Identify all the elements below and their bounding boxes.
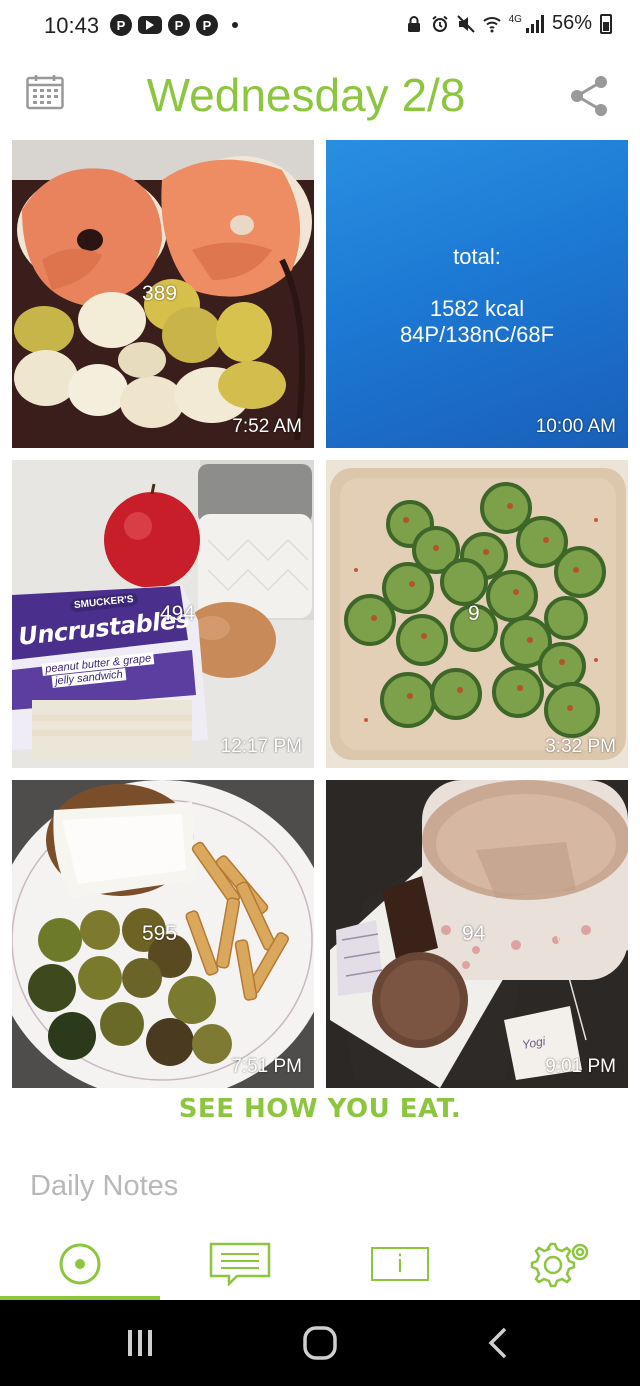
time-label: 9:01 PM xyxy=(545,1056,616,1077)
signal-icon xyxy=(525,14,544,33)
messages-icon xyxy=(209,1242,271,1286)
lock-icon xyxy=(407,15,420,32)
share-icon[interactable] xyxy=(568,74,610,118)
recents-icon xyxy=(128,1330,152,1356)
home-button[interactable] xyxy=(290,1320,350,1366)
pinterest-icon: P xyxy=(110,14,132,36)
tab-messages[interactable] xyxy=(190,1234,290,1294)
alarm-icon xyxy=(431,15,448,32)
pinterest-icon: P xyxy=(168,14,190,36)
header: Wednesday 2/8 xyxy=(0,54,640,140)
daily-total: total: 1582 kcal 84P/138nC/68F xyxy=(326,244,628,348)
total-kcal: 1582 kcal xyxy=(429,296,525,321)
meal-tile[interactable]: 9 3:32 PM xyxy=(326,460,628,768)
back-button[interactable] xyxy=(468,1320,528,1366)
total-macros: 84P/138nC/68F xyxy=(399,322,555,347)
pinterest-icon: P xyxy=(196,14,218,36)
wifi-icon xyxy=(482,16,501,32)
meal-tile[interactable]: SMUCKER'S Uncrustables peanut butter & g… xyxy=(12,460,314,768)
page-title[interactable]: Wednesday 2/8 xyxy=(0,68,612,122)
recents-button[interactable] xyxy=(110,1320,170,1366)
system-nav-bar xyxy=(0,1300,640,1386)
notification-icons: P P P xyxy=(110,14,238,36)
info-glyph: i xyxy=(396,1250,404,1278)
time-label: 10:00 AM xyxy=(535,416,616,437)
kcal-label: 94 xyxy=(462,922,486,945)
slogan: SEE HOW YOU EAT. xyxy=(178,1094,462,1124)
time-label: 7:51 PM xyxy=(231,1056,302,1077)
more-notifications-icon xyxy=(232,22,238,28)
total-label: total: xyxy=(453,244,501,269)
time-label: 7:52 AM xyxy=(232,416,302,437)
daily-notes-field[interactable]: Daily Notes xyxy=(30,1170,178,1203)
kcal-label: 389 xyxy=(142,282,178,305)
meal-tile[interactable]: 595 7:51 PM xyxy=(12,780,314,1088)
status-time: 10:43 xyxy=(44,13,100,38)
mute-icon xyxy=(456,14,475,33)
kcal-label: 9 xyxy=(468,602,480,625)
battery-percent: 56% xyxy=(551,12,592,34)
meal-tile[interactable]: Yogi 94 9:01 PM xyxy=(326,780,628,1088)
network-label: 4G xyxy=(508,14,522,25)
bottom-toolbar: i xyxy=(0,1226,640,1300)
tab-info[interactable]: i xyxy=(350,1234,450,1294)
settings-icon xyxy=(530,1242,589,1288)
status-bar: 10:43 P P P 4G 56% xyxy=(0,0,640,54)
meal-tile[interactable]: 389 7:52 AM xyxy=(12,140,314,448)
tab-home[interactable] xyxy=(30,1234,130,1294)
time-label: 12:17 PM xyxy=(220,736,302,757)
system-icons: 4G 56% xyxy=(405,12,612,35)
home-nav-icon xyxy=(303,1326,337,1360)
kcal-label: 595 xyxy=(142,922,178,945)
home-icon xyxy=(59,1243,101,1285)
tab-settings[interactable] xyxy=(510,1234,610,1294)
time-label: 3:32 PM xyxy=(545,736,616,757)
kcal-label: 494 xyxy=(160,602,196,625)
back-icon xyxy=(488,1327,507,1359)
battery-icon xyxy=(600,13,612,34)
youtube-icon xyxy=(138,16,162,34)
daily-total-tile[interactable]: total: 1582 kcal 84P/138nC/68F 10:00 AM xyxy=(326,140,628,448)
info-icon: i xyxy=(371,1247,429,1281)
